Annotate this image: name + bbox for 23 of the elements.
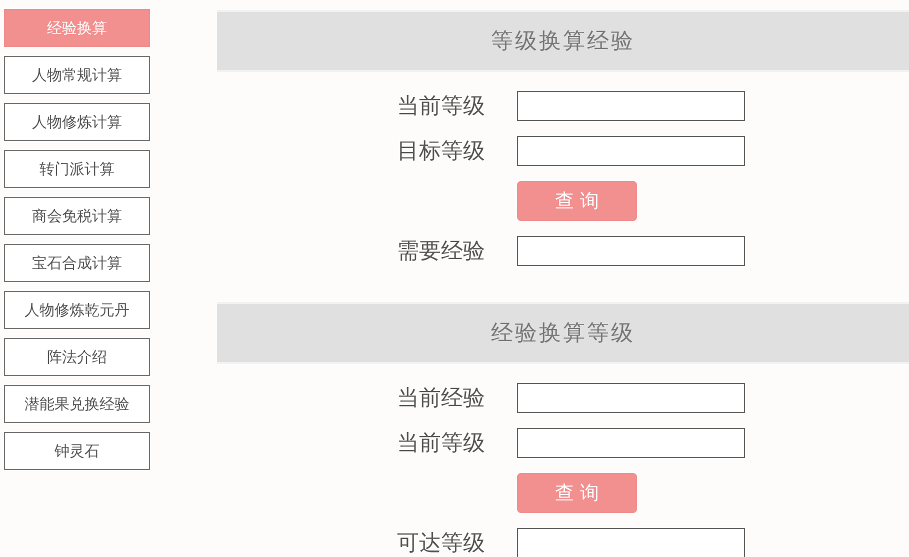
field-label: 目标等级 xyxy=(397,138,486,166)
field-label: 当前等级 xyxy=(397,430,486,458)
input-field[interactable] xyxy=(517,383,745,413)
section-title: 等级换算经验 xyxy=(491,28,635,56)
sidebar-item[interactable]: 人物常规计算 xyxy=(4,56,150,94)
input-field[interactable] xyxy=(517,136,745,166)
field-label: 当前等级 xyxy=(397,92,486,120)
field-label: 可达等级 xyxy=(397,530,486,557)
sidebar-item[interactable]: 人物修炼乾元丹 xyxy=(4,291,150,329)
input-field[interactable] xyxy=(517,528,745,557)
sidebar-item[interactable]: 钟灵石 xyxy=(4,432,150,470)
sidebar-item[interactable]: 阵法介绍 xyxy=(4,338,150,376)
section-title: 经验换算等级 xyxy=(491,320,635,348)
input-field[interactable] xyxy=(517,428,745,458)
field-label: 需要经验 xyxy=(397,238,486,266)
sidebar-item[interactable]: 商会免税计算 xyxy=(4,197,150,235)
field-label: 当前经验 xyxy=(397,384,486,412)
sidebar-item[interactable]: 人物修炼计算 xyxy=(4,103,150,141)
input-field[interactable] xyxy=(517,91,745,121)
sidebar-item[interactable]: 潜能果兑换经验 xyxy=(4,385,150,423)
sidebar-item[interactable]: 宝石合成计算 xyxy=(4,244,150,282)
input-field[interactable] xyxy=(517,236,745,266)
sidebar-item[interactable]: 转门派计算 xyxy=(4,150,150,188)
